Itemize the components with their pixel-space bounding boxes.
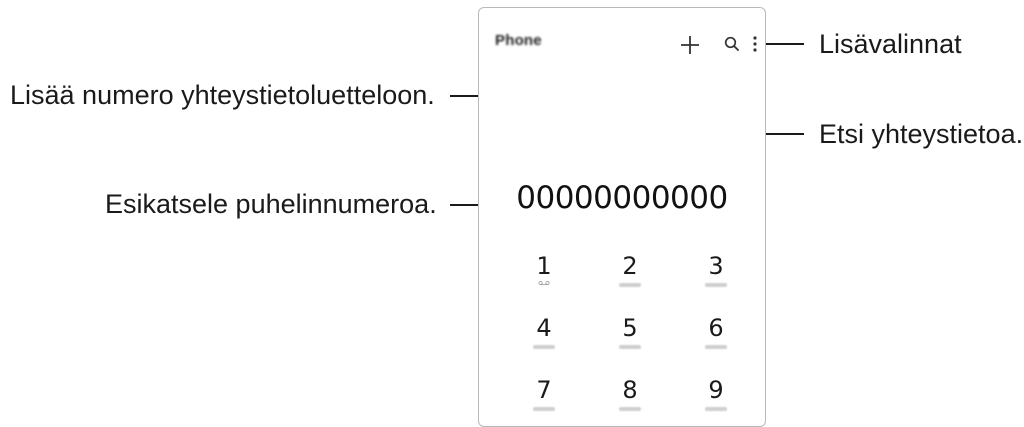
callout-preview-number: Esikatsele puhelinnumeroa.: [105, 189, 437, 219]
dial-key-letters: [705, 407, 727, 411]
dial-key-letters: [619, 283, 641, 287]
dial-key-digit: 6: [708, 314, 724, 342]
dial-key-digit: 2: [622, 252, 638, 280]
dial-key-digit: 3: [708, 252, 724, 280]
dial-key-letters: [533, 407, 555, 411]
callout-search-contact: Etsi yhteystietoa.: [819, 119, 1024, 149]
dial-key-8[interactable]: 8: [600, 376, 660, 426]
voicemail-icon: [538, 281, 550, 285]
dial-key-letters: [619, 345, 641, 349]
phone-number-display: 00000000000: [516, 180, 728, 216]
more-options-icon[interactable]: [751, 33, 759, 55]
dial-key-letters: [619, 407, 641, 411]
search-icon[interactable]: [723, 35, 741, 53]
app-title: Phone: [495, 32, 542, 49]
dial-key-digit: 5: [622, 314, 638, 342]
dial-key-3[interactable]: 3: [686, 252, 746, 302]
dial-key-digit: 7: [536, 376, 552, 404]
dial-key-7[interactable]: 7: [514, 376, 574, 426]
dial-key-4[interactable]: 4: [514, 314, 574, 364]
dial-key-letters: [705, 345, 727, 349]
dial-key-digit: 1: [536, 252, 552, 280]
phone-screen: Phone 00000000000 1 2 3 4 5 6 7 8 9: [478, 7, 766, 427]
dial-key-digit: 9: [708, 376, 724, 404]
dial-key-2[interactable]: 2: [600, 252, 660, 302]
callout-more-options: Lisävalinnat: [819, 29, 962, 59]
dial-key-6[interactable]: 6: [686, 314, 746, 364]
dial-key-5[interactable]: 5: [600, 314, 660, 364]
dial-key-digit: 8: [622, 376, 638, 404]
callout-add-number: Lisää numero yhteystietoluetteloon.: [10, 80, 435, 110]
dial-key-1[interactable]: 1: [514, 252, 574, 302]
dial-key-digit: 4: [536, 314, 552, 342]
dial-key-letters: [533, 345, 555, 349]
dial-key-9[interactable]: 9: [686, 376, 746, 426]
plus-icon[interactable]: [679, 34, 701, 56]
dial-key-letters: [705, 283, 727, 287]
